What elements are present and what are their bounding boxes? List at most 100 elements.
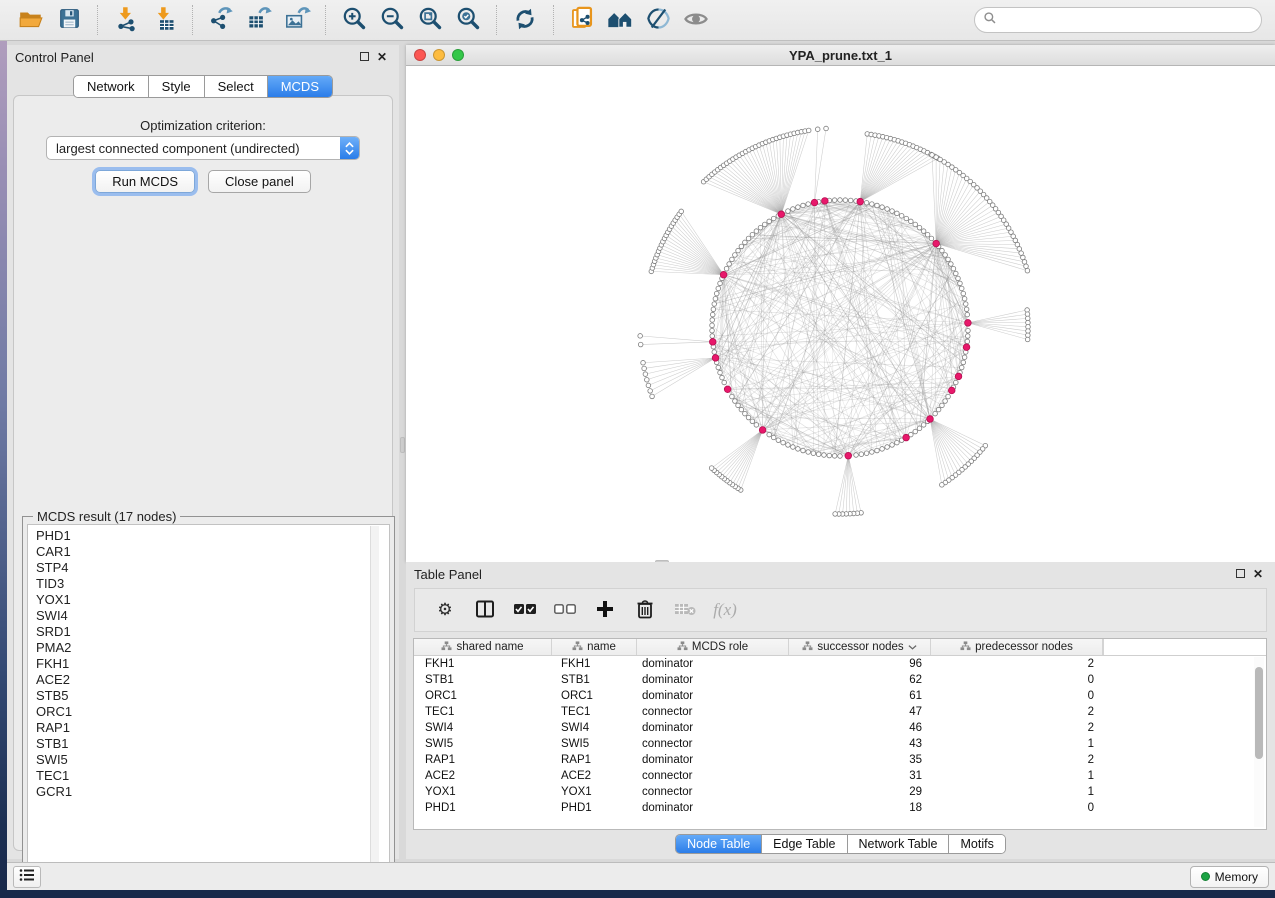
window-close-icon[interactable] (414, 49, 426, 61)
result-list-scrollbar[interactable] (370, 526, 379, 881)
table-row[interactable]: PHD1PHD1dominator180 (414, 800, 1266, 816)
network-node[interactable] (1022, 260, 1027, 265)
network-node[interactable] (890, 209, 895, 214)
network-node[interactable] (843, 198, 848, 203)
column-header-shared-name[interactable]: shared name (414, 639, 552, 655)
network-node[interactable] (1025, 268, 1030, 273)
mcds-selected-node[interactable] (822, 198, 829, 205)
network-node[interactable] (815, 127, 820, 132)
criterion-dropdown[interactable]: largest connected component (undirected) (46, 136, 360, 160)
mcds-selected-node[interactable] (712, 355, 719, 362)
network-node[interactable] (638, 342, 643, 347)
network-node[interactable] (758, 225, 763, 230)
column-header-successor-nodes[interactable]: successor nodes (789, 639, 931, 655)
network-node[interactable] (958, 281, 963, 286)
mcds-result-item[interactable]: SWI5 (28, 752, 389, 768)
mcds-result-item[interactable]: PMA2 (28, 640, 389, 656)
tab-motifs[interactable]: Motifs (949, 835, 1004, 853)
network-node[interactable] (638, 334, 643, 339)
mcds-selected-node[interactable] (811, 199, 818, 206)
column-header-name[interactable]: name (552, 639, 637, 655)
column-header-predecessor-nodes[interactable]: predecessor nodes (931, 639, 1103, 655)
network-node[interactable] (781, 440, 786, 445)
float-panel-button[interactable] (355, 48, 373, 66)
network-node[interactable] (917, 426, 922, 431)
mcds-result-item[interactable]: SRD1 (28, 624, 389, 640)
network-node[interactable] (712, 302, 717, 307)
network-node[interactable] (964, 307, 969, 312)
network-node[interactable] (870, 202, 875, 207)
table-row[interactable]: YOX1YOX1connector291 (414, 784, 1266, 800)
network-node[interactable] (940, 483, 945, 488)
network-node[interactable] (796, 447, 801, 452)
mcds-selected-node[interactable] (955, 373, 962, 380)
network-node[interactable] (710, 328, 715, 333)
network-node[interactable] (838, 454, 843, 459)
network-node[interactable] (710, 323, 715, 328)
network-node[interactable] (824, 126, 829, 131)
network-node[interactable] (822, 453, 827, 458)
network-node[interactable] (714, 291, 719, 296)
network-node[interactable] (838, 198, 843, 203)
mcds-selected-node[interactable] (759, 427, 766, 434)
table-row[interactable]: FKH1FKH1dominator962 (414, 656, 1266, 672)
mcds-selected-node[interactable] (927, 416, 934, 423)
network-node[interactable] (895, 440, 900, 445)
network-node[interactable] (895, 211, 900, 216)
network-node[interactable] (796, 205, 801, 210)
network-node[interactable] (848, 198, 853, 203)
network-node[interactable] (791, 445, 796, 450)
network-node[interactable] (767, 219, 772, 224)
network-node[interactable] (946, 394, 951, 399)
mcds-selected-node[interactable] (965, 320, 972, 327)
network-node[interactable] (786, 209, 791, 214)
network-node[interactable] (875, 448, 880, 453)
network-node[interactable] (712, 350, 717, 355)
network-node[interactable] (880, 205, 885, 210)
network-node[interactable] (730, 257, 735, 262)
mcds-selected-node[interactable] (724, 386, 731, 393)
network-node[interactable] (733, 253, 738, 258)
mcds-result-item[interactable]: ORC1 (28, 704, 389, 720)
network-node[interactable] (917, 225, 922, 230)
network-node[interactable] (679, 209, 684, 214)
network-node[interactable] (750, 419, 755, 424)
mcds-result-item[interactable]: TEC1 (28, 768, 389, 784)
tab-network-table[interactable]: Network Table (848, 835, 950, 853)
mcds-selected-node[interactable] (857, 198, 864, 205)
mcds-result-item[interactable]: PHD1 (28, 528, 389, 544)
table-row[interactable]: RAP1RAP1dominator352 (414, 752, 1266, 768)
network-node[interactable] (722, 380, 727, 385)
network-node[interactable] (965, 334, 970, 339)
mcds-selected-node[interactable] (933, 240, 940, 247)
network-node[interactable] (648, 389, 653, 394)
network-node[interactable] (890, 443, 895, 448)
network-node[interactable] (965, 312, 970, 317)
mcds-selected-node[interactable] (720, 271, 727, 278)
network-node[interactable] (1019, 251, 1024, 256)
network-node[interactable] (650, 394, 655, 399)
network-node[interactable] (736, 403, 741, 408)
network-node[interactable] (806, 450, 811, 455)
network-node[interactable] (710, 318, 715, 323)
network-node[interactable] (949, 262, 954, 267)
network-node[interactable] (864, 200, 869, 205)
table-row[interactable]: SWI5SWI5connector431 (414, 736, 1266, 752)
network-node[interactable] (806, 128, 811, 133)
network-node[interactable] (727, 262, 732, 267)
mcds-selected-node[interactable] (903, 434, 910, 441)
network-node[interactable] (776, 438, 781, 443)
network-node[interactable] (1025, 337, 1030, 342)
mcds-result-item[interactable]: FKH1 (28, 656, 389, 672)
network-node[interactable] (750, 232, 755, 237)
zoom-fit-button[interactable] (411, 3, 449, 37)
network-node[interactable] (943, 399, 948, 404)
network-node[interactable] (946, 257, 951, 262)
select-all-columns-button[interactable] (507, 593, 543, 627)
zoom-in-button[interactable] (335, 3, 373, 37)
network-node[interactable] (801, 448, 806, 453)
network-node[interactable] (739, 407, 744, 412)
network-node[interactable] (933, 411, 938, 416)
save-session-button[interactable] (50, 3, 88, 37)
network-node[interactable] (710, 334, 715, 339)
